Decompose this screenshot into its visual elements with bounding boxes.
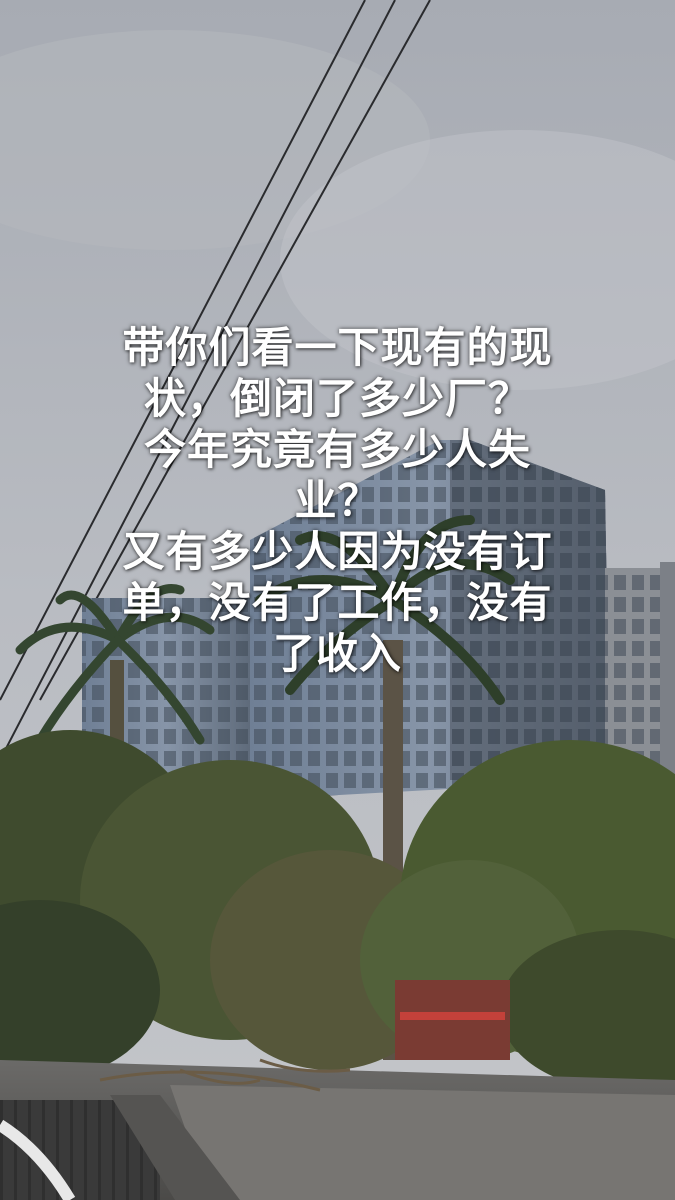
caption-line-1: 带你们看一下现有的现 <box>122 323 553 372</box>
caption-line-4: 业？ <box>294 476 381 525</box>
caption-line-6: 单，没有了工作，没有 <box>122 578 553 627</box>
caption-line-3: 今年究竟有多少人失 <box>143 425 531 474</box>
photo-frame: 带你们看一下现有的现 状，倒闭了多少厂？ 今年究竟有多少人失 业？ 又有多少人因… <box>0 0 675 1200</box>
caption-line-7: 了收入 <box>272 629 402 678</box>
caption-line-5: 又有多少人因为没有订 <box>122 527 553 576</box>
caption-line-2: 状，倒闭了多少厂？ <box>143 374 531 423</box>
overlay-caption: 带你们看一下现有的现 状，倒闭了多少厂？ 今年究竟有多少人失 业？ 又有多少人因… <box>30 322 645 679</box>
